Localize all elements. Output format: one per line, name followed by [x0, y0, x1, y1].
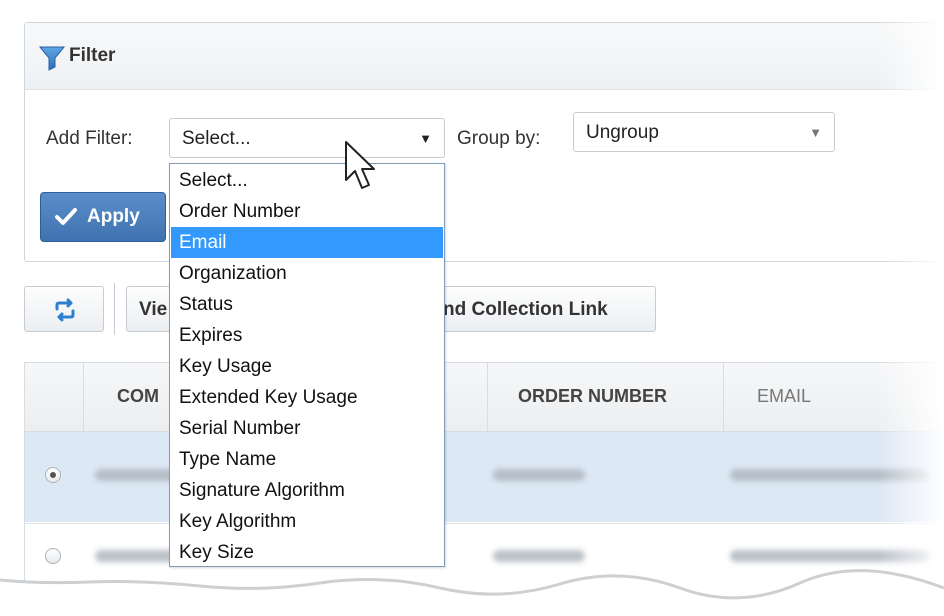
add-filter-label: Add Filter:: [46, 128, 133, 149]
dropdown-option-serial-number[interactable]: Serial Number: [171, 413, 443, 444]
dropdown-option-type-name[interactable]: Type Name: [171, 444, 443, 475]
column-divider: [723, 363, 724, 431]
blurred-cell: [730, 550, 930, 562]
table-row[interactable]: [25, 523, 944, 603]
funnel-icon: [39, 46, 65, 71]
column-divider: [83, 363, 84, 431]
blurred-cell: [493, 469, 585, 481]
refresh-icon: [55, 298, 75, 322]
dropdown-option-expires[interactable]: Expires: [171, 320, 443, 351]
dropdown-option-signature-algorithm[interactable]: Signature Algorithm: [171, 475, 443, 506]
add-filter-select[interactable]: Select... ▼: [169, 118, 445, 158]
column-header-email[interactable]: EMAIL: [757, 386, 811, 407]
checkmark-icon: [55, 208, 77, 225]
view-button-label: Vie: [139, 299, 168, 320]
row-select-radio[interactable]: [45, 548, 61, 564]
mouse-cursor-icon: [345, 141, 375, 189]
dropdown-arrow-icon: ▼: [419, 131, 432, 146]
group-by-select-value: Ungroup: [586, 122, 659, 143]
column-divider: [487, 363, 488, 431]
toolbar-divider: [114, 283, 115, 335]
screenshot-canvas: Filter Add Filter: Select... ▼ Group by:…: [0, 0, 944, 616]
filter-title: Filter: [69, 45, 116, 66]
dropdown-option-key-size[interactable]: Key Size: [171, 537, 443, 568]
dropdown-option-key-usage[interactable]: Key Usage: [171, 351, 443, 382]
filter-panel-header[interactable]: Filter: [25, 23, 944, 90]
certificates-table: COM ORDER NUMBER EMAIL: [24, 362, 944, 603]
dropdown-option-email[interactable]: Email: [171, 227, 443, 258]
blurred-cell: [730, 469, 930, 481]
apply-button-label: Apply: [87, 206, 140, 227]
blurred-cell: [493, 550, 585, 562]
dropdown-option-status[interactable]: Status: [171, 289, 443, 320]
dropdown-option-select[interactable]: Select...: [171, 165, 443, 196]
group-by-label: Group by:: [457, 128, 541, 149]
dropdown-option-extended-key-usage[interactable]: Extended Key Usage: [171, 382, 443, 413]
dropdown-arrow-icon: ▼: [809, 125, 822, 140]
table-row[interactable]: [25, 432, 944, 522]
apply-button[interactable]: Apply: [40, 192, 166, 242]
radio-selected-dot: [50, 472, 56, 478]
column-header-common-name[interactable]: COM: [117, 386, 159, 407]
dropdown-option-key-algorithm[interactable]: Key Algorithm: [171, 506, 443, 537]
refresh-button[interactable]: [24, 286, 104, 332]
group-by-select[interactable]: Ungroup ▼: [573, 112, 835, 152]
send-collection-link-button[interactable]: nd Collection Link: [420, 286, 656, 332]
dropdown-option-order-number[interactable]: Order Number: [171, 196, 443, 227]
send-collection-link-label: nd Collection Link: [443, 299, 608, 320]
add-filter-dropdown-list: Select... Order Number Email Organization St…: [169, 163, 445, 567]
column-header-order-number[interactable]: ORDER NUMBER: [518, 386, 667, 407]
add-filter-select-value: Select...: [182, 128, 251, 149]
row-select-radio[interactable]: [45, 467, 61, 483]
table-header: COM ORDER NUMBER EMAIL: [25, 363, 944, 432]
dropdown-option-organization[interactable]: Organization: [171, 258, 443, 289]
